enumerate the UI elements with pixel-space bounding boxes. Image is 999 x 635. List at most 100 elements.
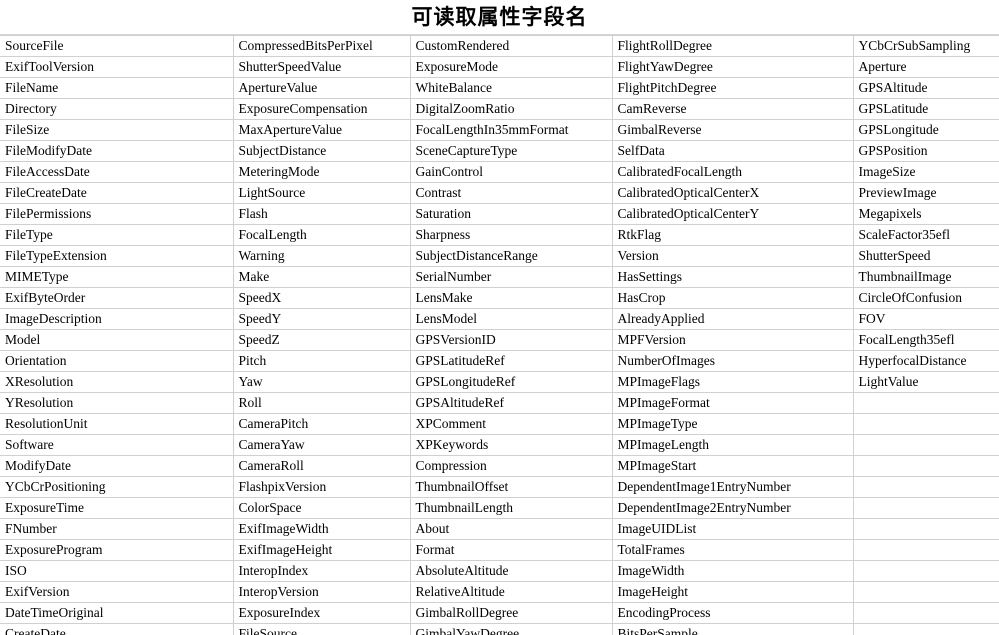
table-cell — [852, 581, 999, 603]
table-cell: YCbCrSubSampling — [852, 35, 999, 57]
table-cell: EncodingProcess — [611, 602, 854, 624]
table-cell: RtkFlag — [611, 224, 854, 246]
table-cell: MPImageStart — [611, 455, 854, 477]
table-row: ExifVersion InteropVersion RelativeAltitud… — [0, 581, 999, 603]
table-cell: CalibratedOpticalCenterX — [611, 182, 854, 204]
table-cell: Make — [232, 266, 411, 288]
table-cell: ApertureValue — [232, 77, 411, 99]
table-cell: FileModifyDate — [0, 140, 234, 162]
table-cell: ImageWidth — [611, 560, 854, 582]
table-cell: MPFVersion — [611, 329, 854, 351]
table-cell: GimbalRollDegree — [409, 602, 613, 624]
table-cell: Saturation — [409, 203, 613, 225]
table-row: FNumber ExifImageWidth About ImageUIDList — [0, 518, 999, 540]
attribute-fields-table: SourceFile CompressedBitsPerPixel CustomRe… — [0, 35, 999, 635]
table-cell: XPKeywords — [409, 434, 613, 456]
table-cell: GPSPosition — [852, 140, 999, 162]
table-row: FileTypeExtension Warning SubjectDistanceR… — [0, 245, 999, 267]
table-cell: GPSAltitudeRef — [409, 392, 613, 414]
table-cell: AbsoluteAltitude — [409, 560, 613, 582]
table-cell: ScaleFactor35efl — [852, 224, 999, 246]
table-cell — [852, 497, 999, 519]
table-cell: CustomRendered — [409, 35, 613, 57]
table-cell: FlightPitchDegree — [611, 77, 854, 99]
table-cell: XPComment — [409, 413, 613, 435]
table-cell: DigitalZoomRatio — [409, 98, 613, 120]
table-cell: Megapixels — [852, 203, 999, 225]
table-cell: FileSource — [232, 623, 411, 635]
table-row: ExifByteOrder SpeedX LensMake HasCrop Circle… — [0, 287, 999, 309]
table-cell: ExifVersion — [0, 581, 234, 603]
table-row: MIMEType Make SerialNumber HasSettings Thumb… — [0, 266, 999, 288]
table-cell — [852, 539, 999, 561]
table-row: ISO InteropIndex AbsoluteAltitude ImageWidt… — [0, 560, 999, 582]
table-cell: ExposureTime — [0, 497, 234, 519]
table-cell: HasSettings — [611, 266, 854, 288]
table-cell: ShutterSpeedValue — [232, 56, 411, 78]
table-cell: SpeedY — [232, 308, 411, 330]
table-cell: ImageSize — [852, 161, 999, 183]
table-cell: SpeedZ — [232, 329, 411, 351]
table-cell: CameraPitch — [232, 413, 411, 435]
table-cell: SourceFile — [0, 35, 234, 57]
table-cell: HasCrop — [611, 287, 854, 309]
table-cell: GainControl — [409, 161, 613, 183]
table-cell: ISO — [0, 560, 234, 582]
table-cell: ExposureIndex — [232, 602, 411, 624]
table-cell — [852, 413, 999, 435]
table-cell: FNumber — [0, 518, 234, 540]
table-cell: MaxApertureValue — [232, 119, 411, 141]
table-cell: AlreadyApplied — [611, 308, 854, 330]
table-cell: ExifImageHeight — [232, 539, 411, 561]
table-cell: GPSAltitude — [852, 77, 999, 99]
table-cell — [852, 455, 999, 477]
table-cell: YResolution — [0, 392, 234, 414]
table-cell: FlightRollDegree — [611, 35, 854, 57]
table-cell: FileSize — [0, 119, 234, 141]
table-row: DateTimeOriginal ExposureIndex GimbalRollD… — [0, 602, 999, 624]
table-cell: FlashpixVersion — [232, 476, 411, 498]
table-cell: SerialNumber — [409, 266, 613, 288]
table-cell — [852, 476, 999, 498]
table-cell: LightSource — [232, 182, 411, 204]
table-cell: MPImageLength — [611, 434, 854, 456]
table-cell: FilePermissions — [0, 203, 234, 225]
table-cell: InteropVersion — [232, 581, 411, 603]
table-cell: ModifyDate — [0, 455, 234, 477]
table-cell — [852, 392, 999, 414]
table-row: Orientation Pitch GPSLatitudeRef NumberOfIm… — [0, 350, 999, 372]
table-cell: Yaw — [232, 371, 411, 393]
table-row: XResolution Yaw GPSLongitudeRef MPImageFlag… — [0, 371, 999, 393]
table-cell: DependentImage2EntryNumber — [611, 497, 854, 519]
table-cell: GPSLatitude — [852, 98, 999, 120]
table-cell: YCbCrPositioning — [0, 476, 234, 498]
table-cell: CamReverse — [611, 98, 854, 120]
table-cell: ThumbnailOffset — [409, 476, 613, 498]
table-cell: ImageUIDList — [611, 518, 854, 540]
table-cell: SpeedX — [232, 287, 411, 309]
table-cell: BitsPerSample — [611, 623, 854, 635]
table-row: CreateDate FileSource GimbalYawDegree BitsP… — [0, 623, 999, 635]
table-cell: GPSVersionID — [409, 329, 613, 351]
table-cell: ResolutionUnit — [0, 413, 234, 435]
table-cell: Roll — [232, 392, 411, 414]
table-cell — [852, 518, 999, 540]
table-cell: LensModel — [409, 308, 613, 330]
table-row: FileAccessDate MeteringMode GainControl Cal… — [0, 161, 999, 183]
table-row: FileType FocalLength Sharpness RtkFlag Scale… — [0, 224, 999, 246]
table-cell: FocalLength — [232, 224, 411, 246]
table-cell: CompressedBitsPerPixel — [232, 35, 411, 57]
table-cell: MPImageFormat — [611, 392, 854, 414]
table-cell: SelfData — [611, 140, 854, 162]
table-cell: TotalFrames — [611, 539, 854, 561]
table-cell: FOV — [852, 308, 999, 330]
table-cell: FileType — [0, 224, 234, 246]
table-cell: GPSLongitudeRef — [409, 371, 613, 393]
table-cell: MPImageType — [611, 413, 854, 435]
table-cell: WhiteBalance — [409, 77, 613, 99]
table-cell: ThumbnailLength — [409, 497, 613, 519]
table-cell: Model — [0, 329, 234, 351]
table-row: FileName ApertureValue WhiteBalance FlightP… — [0, 77, 999, 99]
table-cell: LensMake — [409, 287, 613, 309]
table-row: ImageDescription SpeedY LensModel AlreadyAp… — [0, 308, 999, 330]
